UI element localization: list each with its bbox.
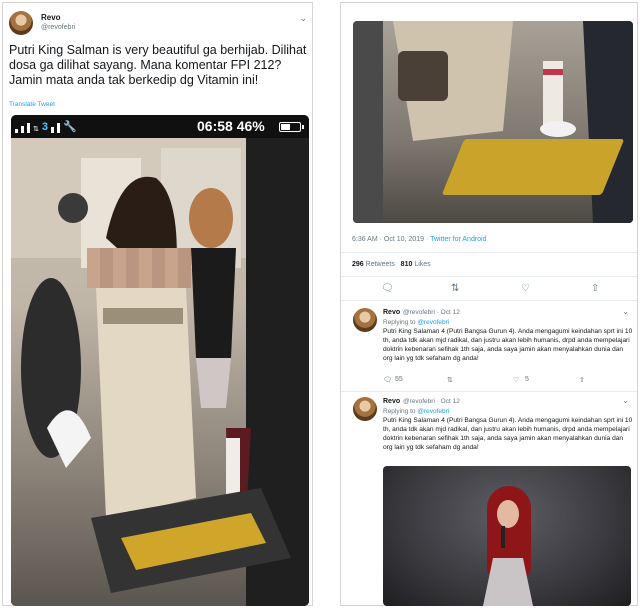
status-icons: ⇅ 3 🔧 — [15, 119, 77, 133]
translate-tweet-link[interactable]: Translate Tweet — [9, 101, 55, 108]
retweet-count[interactable]: 296 — [352, 261, 364, 268]
reply-text: Putri King Salaman 4 (Putri Bangsa Gurun… — [383, 417, 633, 451]
battery-level — [281, 124, 291, 130]
photo-illustration — [483, 526, 533, 606]
replying-label: Replying to — [383, 319, 418, 326]
tweet-photo-continued[interactable] — [353, 21, 633, 223]
photo-mat — [441, 139, 625, 195]
tweet-header: Revo @revofebri ⌄ — [9, 9, 309, 43]
tweet-source-link[interactable]: Twitter for Android — [430, 236, 486, 243]
avatar[interactable] — [353, 308, 377, 332]
tweet-photo[interactable]: ⇅ 3 🔧 06:58 46% — [11, 115, 309, 606]
share-icon[interactable]: ⇧ — [591, 283, 599, 294]
signal-icon — [27, 123, 30, 133]
signal-icon — [51, 127, 54, 133]
tweet-actions: 🗨 ⇅ ♡ ⇧ — [341, 283, 637, 297]
tweet-panel-right: 6:36 AM · Oct 10, 2019 · Twitter for And… — [340, 2, 638, 606]
battery-percent: 46% — [236, 118, 265, 134]
likes-label[interactable]: Likes — [414, 261, 430, 268]
tweet-stats: 296 Retweets 810 Likes — [352, 261, 431, 268]
signal-icon — [15, 129, 18, 133]
signal-icon — [57, 123, 60, 133]
like-count[interactable]: 5 — [525, 376, 529, 383]
tweet-text: Putri King Salman is very beautiful ga b… — [9, 43, 307, 87]
display-name[interactable]: Revo — [41, 13, 61, 22]
tweet-panel-left: Revo @revofebri ⌄ Putri King Salman is v… — [2, 2, 313, 606]
reply-count[interactable]: 55 — [395, 376, 403, 383]
heart-icon[interactable]: ♡ — [513, 376, 519, 384]
divider — [341, 391, 637, 392]
chevron-down-icon[interactable]: ⌄ — [299, 13, 307, 24]
phone-status-bar: ⇅ 3 🔧 06:58 46% — [11, 115, 309, 138]
reply-tweet[interactable]: Revo @revofebri · Oct 12 ⌄ Replying to @… — [341, 306, 637, 394]
photo-illustration — [11, 138, 309, 606]
avatar[interactable] — [9, 11, 33, 35]
replying-to-link[interactable]: @revofebri — [417, 319, 449, 326]
divider — [341, 276, 637, 277]
divider — [341, 252, 637, 253]
share-icon[interactable]: ⇧ — [579, 376, 585, 384]
like-count[interactable]: 810 — [401, 261, 413, 268]
display-name[interactable]: Revo — [383, 309, 400, 316]
user-handle[interactable]: @revofebri · Oct 12 — [403, 398, 460, 405]
display-name[interactable]: Revo — [383, 398, 400, 405]
signal-icon — [21, 126, 24, 133]
reply-icon[interactable]: 🗨 — [383, 376, 392, 384]
retweet-icon[interactable]: ⇅ — [447, 376, 453, 384]
battery-icon — [279, 122, 304, 132]
user-handle[interactable]: @revofebri — [41, 24, 75, 31]
reply-actions: 🗨 55 ⇅ ♡ 5 ⇧ — [383, 376, 623, 386]
replying-to-link[interactable]: @revofebri — [417, 408, 449, 415]
censor-blur — [87, 248, 191, 288]
heart-icon[interactable]: ♡ — [521, 283, 530, 294]
wrench-icon: 🔧 — [63, 121, 77, 133]
data-arrows-icon: ⇅ — [33, 126, 39, 133]
divider — [341, 300, 637, 301]
chevron-down-icon[interactable]: ⌄ — [622, 307, 629, 316]
status-time: 06:58 — [197, 118, 233, 134]
reply-photo[interactable] — [383, 466, 631, 606]
retweet-icon[interactable]: ⇅ — [451, 283, 459, 294]
reply-text: Putri King Salaman 4 (Putri Bangsa Gurun… — [383, 328, 633, 362]
retweets-label[interactable]: Retweets — [366, 261, 395, 268]
reply-tweet[interactable]: Revo @revofebri · Oct 12 ⌄ Replying to @… — [341, 395, 637, 463]
user-handle[interactable]: @revofebri · Oct 12 — [403, 309, 460, 316]
network-badge: 3 — [41, 121, 48, 133]
chevron-down-icon[interactable]: ⌄ — [622, 396, 629, 405]
replying-label: Replying to — [383, 408, 418, 415]
tweet-timestamp[interactable]: 6:36 AM · Oct 10, 2019 · — [352, 236, 430, 243]
reply-icon[interactable]: 🗨 — [381, 283, 394, 294]
avatar[interactable] — [353, 397, 377, 421]
photo-scene — [11, 138, 309, 606]
